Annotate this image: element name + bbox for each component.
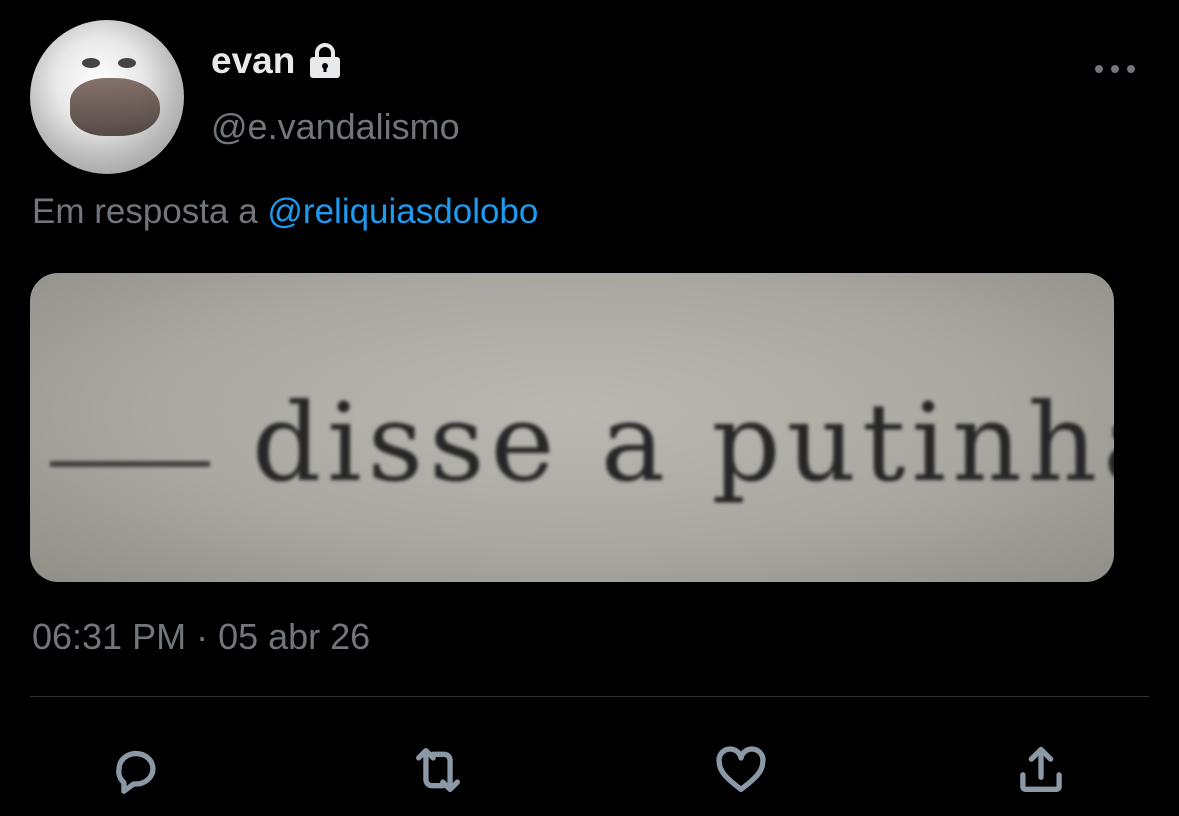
author-handle[interactable]: @e.vandalismo [211,106,460,148]
image-text: disse a putinha. [252,381,1114,506]
reply-button[interactable] [101,735,171,805]
author-name-row[interactable]: evan [211,40,345,82]
reply-mention-link[interactable]: @reliquiasdolobo [267,192,538,231]
reply-context: Em resposta a @reliquiasdolobo [32,192,538,232]
more-dot [1127,65,1135,73]
author-name[interactable]: evan [211,40,295,82]
tweet-image[interactable]: disse a putinha. [30,273,1114,582]
retweet-icon [416,748,460,792]
tweet: evan @e.vandalismo Em resposta a @reliqu… [0,0,1179,816]
avatar-hand [70,78,160,136]
image-dash [50,461,210,467]
share-icon [1020,746,1062,792]
more-dot [1095,65,1103,73]
heart-icon [716,746,766,792]
retweet-button[interactable] [403,735,473,805]
timestamp[interactable]: 06:31 PM · 05 abr 26 [32,616,370,658]
avatar-eye-right [118,58,136,68]
lock-icon [305,41,345,81]
reply-icon [116,750,156,794]
more-dot [1111,65,1119,73]
reply-prefix: Em resposta a [32,192,258,231]
avatar-eye-left [82,58,100,68]
avatar[interactable] [30,20,184,174]
action-bar [0,735,1179,805]
share-button[interactable] [1006,735,1076,805]
more-icon[interactable] [1095,62,1135,76]
like-button[interactable] [706,735,776,805]
divider [30,696,1149,697]
